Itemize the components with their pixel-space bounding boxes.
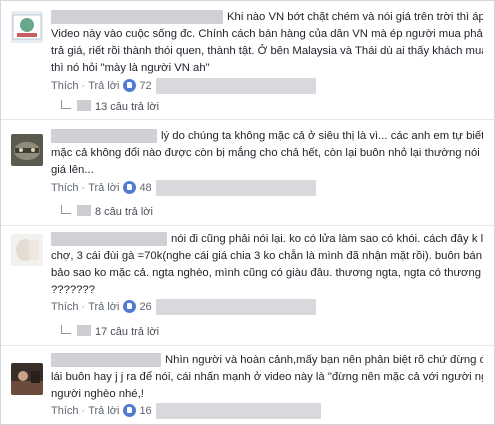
comment-text-line: bảo sao ko mặc cả. ngta nghèo, mình cũng… xyxy=(51,267,483,279)
comment-text-line: Khi nào VN bớt chặt chém và nói giá trên… xyxy=(51,9,483,26)
like-link[interactable]: Thích xyxy=(51,182,79,194)
author-name-redacted[interactable] xyxy=(51,232,167,247)
comment-text-line: lái buôn hay j j ra để nói, cái nhấn mạn… xyxy=(51,371,483,383)
comment-text-line: người nghèo nhé,! xyxy=(51,388,144,400)
avatar[interactable] xyxy=(11,11,43,43)
timestamp-redacted xyxy=(155,299,316,316)
comment-text-line: chợ, 3 cái đùi gà =70k(nghe cái giá chia… xyxy=(51,250,483,262)
timestamp-redacted xyxy=(155,403,321,420)
divider xyxy=(1,225,495,226)
reply-arrow-icon xyxy=(61,325,71,334)
comment-text-line: mặc cả không đổi nào được còn bị mắng ch… xyxy=(51,147,483,159)
reply-avatar-redacted xyxy=(77,205,91,216)
author-name-redacted[interactable] xyxy=(51,129,157,144)
avatar[interactable] xyxy=(11,234,43,266)
comment-text-line: nói đi cũng phải nói lại. ko có lửa làm … xyxy=(51,231,483,248)
timestamp-redacted xyxy=(155,180,316,197)
comment-text-line: thì nó hỏi "mày là người VN ah" xyxy=(51,62,210,74)
comment-text-line: lý do chúng ta không mặc cả ở siêu thị l… xyxy=(51,128,483,145)
comment-text-line: trả giá, riết rồi thành thói quen, thành… xyxy=(51,45,483,57)
reply-arrow-icon xyxy=(61,100,71,109)
comment-text-line: Nhìn người và hoàn cảnh,mấy bạn nên phân… xyxy=(51,352,483,369)
comment-text-line: giá lên... xyxy=(51,164,94,176)
like-count[interactable]: 26 xyxy=(139,301,151,313)
reply-avatar-redacted xyxy=(77,100,91,111)
comment-thread: Khi nào VN bớt chặt chém và nói giá trên… xyxy=(0,0,495,425)
reply-link[interactable]: Trả lời xyxy=(88,80,119,92)
view-replies-link[interactable]: 13 câu trả lời xyxy=(61,100,159,114)
like-icon[interactable] xyxy=(123,181,137,194)
reply-arrow-icon xyxy=(61,205,71,214)
view-replies-link[interactable]: 17 câu trả lời xyxy=(61,325,159,339)
author-name-redacted[interactable] xyxy=(51,353,161,368)
timestamp-redacted xyxy=(155,78,316,95)
divider xyxy=(1,345,495,346)
like-link[interactable]: Thích xyxy=(51,405,79,417)
comment-text-line: Video này vào cuộc sống đc. Chính cách b… xyxy=(51,28,483,40)
reply-avatar-redacted xyxy=(77,325,91,336)
divider xyxy=(1,119,495,120)
like-count[interactable]: 48 xyxy=(139,182,151,194)
author-name-redacted[interactable] xyxy=(51,10,223,25)
like-icon[interactable] xyxy=(123,300,137,313)
like-count[interactable]: 72 xyxy=(139,80,151,92)
reply-link[interactable]: Trả lời xyxy=(88,405,119,417)
avatar[interactable] xyxy=(11,134,43,166)
avatar[interactable] xyxy=(11,363,43,395)
reply-link[interactable]: Trả lời xyxy=(88,301,119,313)
reply-link[interactable]: Trả lời xyxy=(88,182,119,194)
like-icon[interactable] xyxy=(123,79,137,92)
like-link[interactable]: Thích xyxy=(51,301,79,313)
like-count[interactable]: 16 xyxy=(139,405,151,417)
like-link[interactable]: Thích xyxy=(51,80,79,92)
view-replies-link[interactable]: 8 câu trả lời xyxy=(61,205,153,219)
like-icon[interactable] xyxy=(123,404,137,417)
comment-text-line: ??????? xyxy=(51,284,95,296)
